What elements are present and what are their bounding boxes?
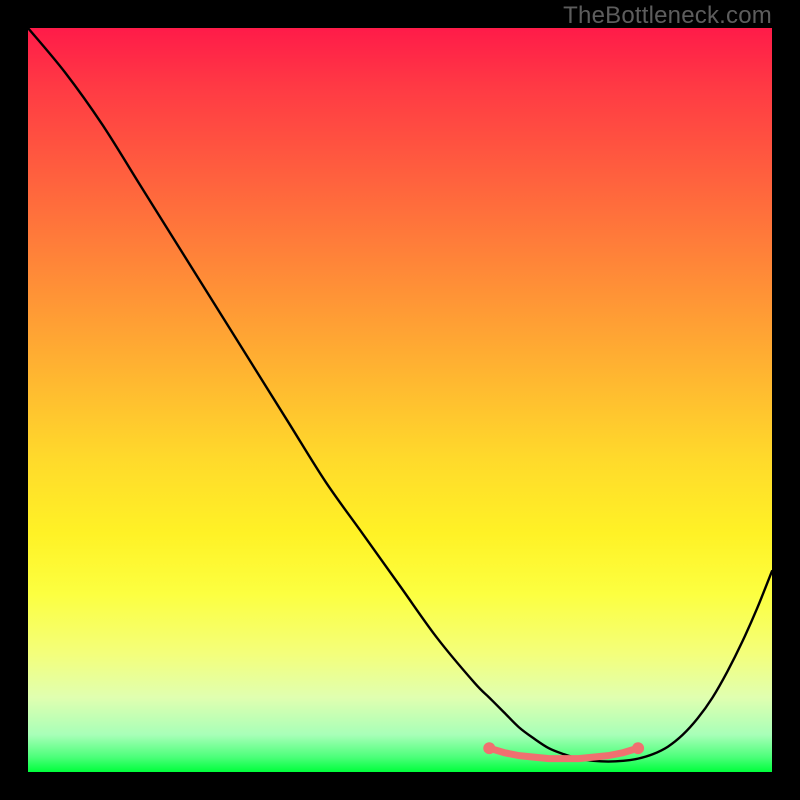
plot-area [28,28,772,772]
bottleneck-curve [28,28,772,762]
watermark-text: TheBottleneck.com [563,2,772,30]
marker-band [483,742,644,758]
chart-svg [28,28,772,772]
marker-dot [632,742,644,754]
chart-frame: TheBottleneck.com [0,0,800,800]
marker-dot [483,742,495,754]
